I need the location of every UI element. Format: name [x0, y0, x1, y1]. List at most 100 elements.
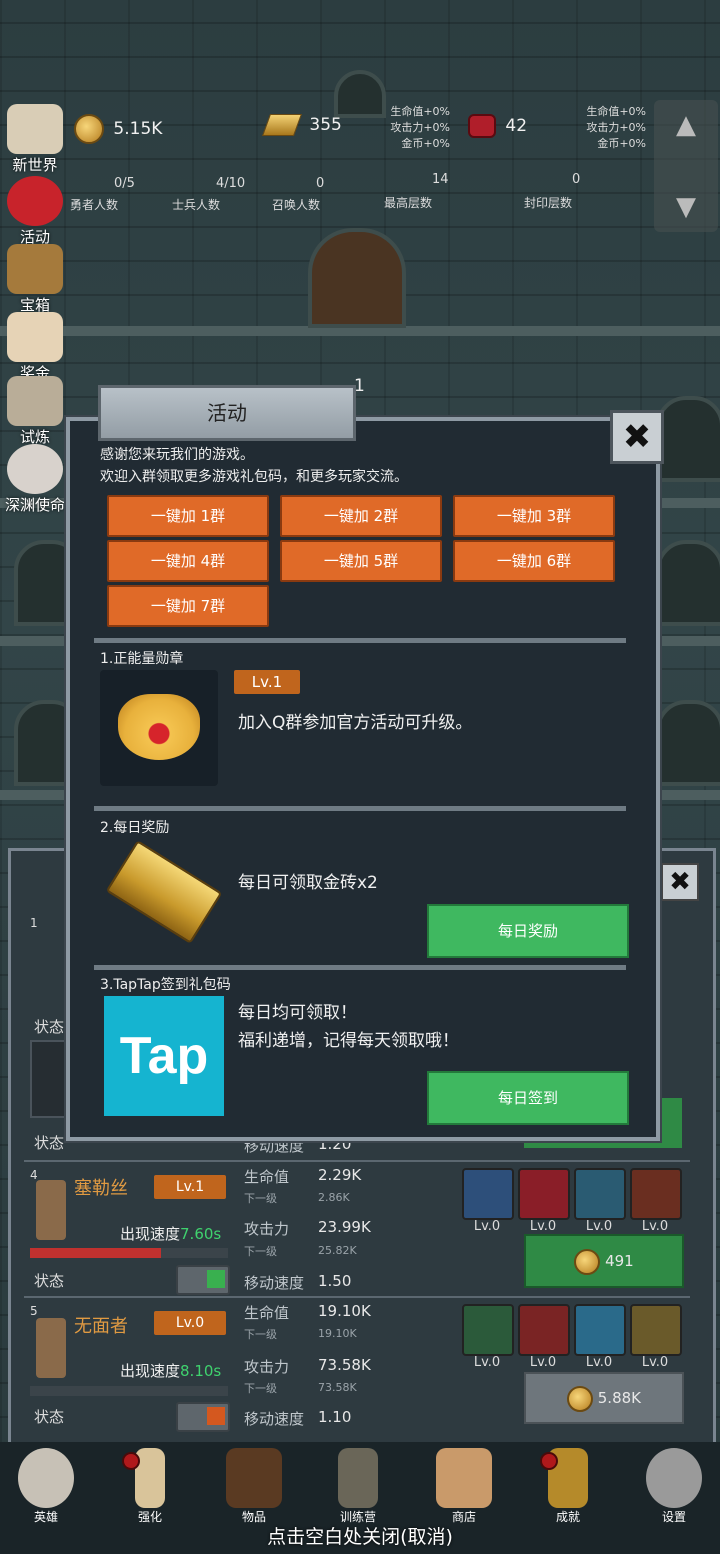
nav-items[interactable]: 物品 — [214, 1448, 294, 1525]
hero-sprite — [36, 1180, 66, 1240]
hp-label: 生命值 — [244, 1168, 290, 1186]
join-group-button[interactable]: 一键加 1群 — [107, 495, 269, 537]
intro-text: 感谢您来玩我们的游戏。 — [100, 447, 254, 463]
bonus-gold: 金币+0% — [401, 137, 450, 150]
hero-status-toggle[interactable] — [176, 1265, 230, 1295]
hero-level-badge: Lv.0 — [154, 1311, 226, 1335]
close-hint[interactable]: 点击空白处关闭(取消) — [0, 1522, 720, 1549]
hp-value: 2.29K — [318, 1166, 362, 1184]
gear-icon — [646, 1448, 702, 1508]
dialog-title: 活动 — [98, 385, 356, 441]
join-group-button[interactable]: 一键加 2群 — [280, 495, 442, 537]
heart-icon — [7, 176, 63, 226]
candle-icon — [135, 1448, 165, 1508]
next-level-label: 下一级 — [244, 1245, 277, 1258]
section-divider — [94, 638, 626, 643]
summon-count-label: 召唤人数 — [272, 198, 321, 212]
hero-status-label: 状态 — [34, 1272, 65, 1290]
daily-checkin-button[interactable]: 每日签到 — [427, 1071, 629, 1125]
next-level-label: 下一级 — [244, 1192, 277, 1205]
skill-level: Lv.0 — [529, 1355, 557, 1370]
join-group-button[interactable]: 一键加 6群 — [453, 540, 615, 582]
fire-skill-icon[interactable] — [630, 1168, 682, 1220]
seal-floor-value: 0 — [572, 172, 581, 187]
join-group-button[interactable]: 一键加 3群 — [453, 495, 615, 537]
upgrade-button[interactable]: 5.88K — [524, 1372, 684, 1424]
appear-speed: 出现速度8.10s — [120, 1360, 221, 1381]
skill-level: Lv.0 — [641, 1219, 669, 1234]
notification-dot — [540, 1452, 558, 1470]
next-level-label: 下一级 — [244, 1328, 277, 1341]
upgrade-cost: 491 — [605, 1252, 634, 1270]
skill-level: Lv.0 — [473, 1219, 501, 1234]
helmet-skill-icon[interactable] — [630, 1304, 682, 1356]
hero-status-toggle[interactable] — [176, 1402, 230, 1432]
gold-bar-icon — [261, 114, 303, 136]
blade-skill-icon[interactable] — [518, 1304, 570, 1356]
hp-next-value: 2.86K — [318, 1191, 350, 1204]
summon-count-value: 0 — [316, 176, 325, 191]
hero-count-label: 勇者人数 — [70, 198, 119, 212]
castle-window — [656, 396, 720, 482]
medal-level-badge: Lv.1 — [234, 670, 300, 694]
hp-next-value: 19.10K — [318, 1327, 357, 1340]
crown-medal-icon — [118, 694, 200, 760]
hero-level-badge: Lv.1 — [154, 1175, 226, 1199]
nav-training[interactable]: 训练营 — [318, 1448, 398, 1525]
row-divider — [24, 1160, 690, 1162]
nav-hero[interactable]: 英雄 — [6, 1448, 86, 1525]
join-group-button[interactable]: 一键加 5群 — [280, 540, 442, 582]
chest-icon — [7, 244, 63, 294]
gold-coin-icon — [74, 114, 104, 144]
chevron-up-icon[interactable]: ▲ — [654, 110, 718, 140]
hero-index: 5 — [30, 1304, 38, 1318]
wing-icon — [7, 376, 63, 426]
gold-value: 5.15K — [113, 119, 163, 139]
sidebar-trial[interactable]: 试炼 — [0, 376, 70, 447]
atk-value: 23.99K — [318, 1218, 371, 1236]
atk-label: 攻击力 — [244, 1220, 290, 1238]
upgrade-button[interactable]: 491 — [524, 1234, 684, 1288]
join-group-button[interactable]: 一键加 4群 — [107, 540, 269, 582]
floor-scroll-arrows[interactable]: ▲ ▼ — [654, 100, 718, 232]
nav-settings[interactable]: 设置 — [634, 1448, 714, 1525]
taptap-description: 福利递增，记得每天领取哦！ — [238, 1031, 459, 1051]
join-group-button[interactable]: 一键加 7群 — [107, 585, 269, 627]
bonus-atk: 攻击力+0% — [586, 121, 646, 134]
hero-status-label: 状态 — [34, 1134, 65, 1152]
appear-value: 8.10s — [180, 1362, 222, 1380]
hero-panel-close-button[interactable]: ✖ — [661, 863, 699, 901]
shield-skill-icon[interactable] — [462, 1168, 514, 1220]
castle-window — [334, 70, 386, 118]
sidebar-chest[interactable]: 宝箱 — [0, 244, 70, 315]
sidebar-abyss[interactable]: 深渊使命 — [0, 444, 70, 515]
bonus-hp: 生命值+0% — [390, 105, 450, 118]
mug-icon — [436, 1448, 492, 1508]
boots-skill-icon[interactable] — [574, 1304, 626, 1356]
daily-reward-button[interactable]: 每日奖励 — [427, 904, 629, 958]
close-icon[interactable]: ✖ — [610, 410, 664, 464]
skull-icon — [18, 1448, 74, 1508]
hero-sprite — [36, 1318, 66, 1378]
map-icon — [7, 104, 63, 154]
section-title: 1.正能量勋章 — [100, 651, 184, 667]
nav-shop[interactable]: 商店 — [424, 1448, 504, 1525]
hero-status-label: 状态 — [34, 1018, 65, 1036]
seal-floor-label: 封印层数 — [524, 196, 573, 210]
sidebar-bonus[interactable]: 奖金 — [0, 312, 70, 383]
goldbar-counter: 355 — [261, 114, 342, 136]
sword-skill-icon[interactable] — [462, 1304, 514, 1356]
row-divider — [24, 1296, 690, 1298]
soldier-count-value: 4/10 — [216, 176, 246, 191]
notification-dot — [122, 1452, 140, 1470]
lantern-icon — [338, 1448, 378, 1508]
sidebar-activity[interactable]: 活动 — [0, 176, 70, 247]
boots-skill-icon[interactable] — [574, 1168, 626, 1220]
upgrade-cost: 5.88K — [597, 1389, 642, 1407]
sidebar-new-world[interactable]: 新世界 — [0, 104, 70, 175]
appear-speed: 出现速度7.60s — [120, 1223, 221, 1244]
chevron-down-icon[interactable]: ▼ — [654, 192, 718, 222]
beast-skill-icon[interactable] — [518, 1168, 570, 1220]
bonus-stats-right: 生命值+0% 攻击力+0% 金币+0% — [576, 104, 646, 152]
coin-icon — [566, 1385, 593, 1412]
